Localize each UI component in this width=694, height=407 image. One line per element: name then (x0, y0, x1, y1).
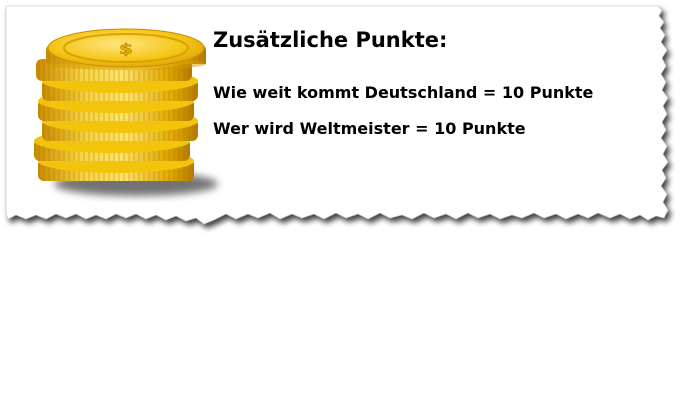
page: $ Zusätzliche Punkte: Wie weit kommt Deu… (0, 0, 694, 407)
bonus-line: Wie weit kommt Deutschland = 10 Punkte (213, 83, 594, 102)
card-content: Zusätzliche Punkte: Wie weit kommt Deuts… (213, 26, 593, 155)
svg-text:$: $ (119, 42, 133, 58)
card-title: Zusätzliche Punkte: (213, 28, 448, 52)
bonus-line: Wer wird Weltmeister = 10 Punkte (213, 119, 526, 138)
gold-coin-stack-icon: $ (34, 28, 218, 196)
